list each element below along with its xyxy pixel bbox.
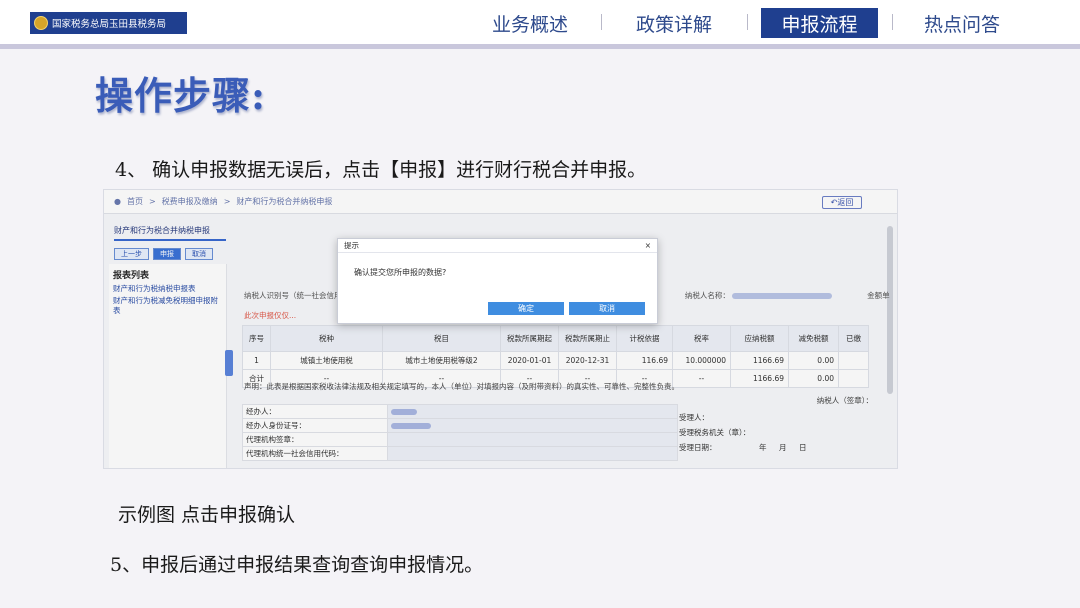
close-icon[interactable]: × [645,241,651,250]
confirm-dialog: 提示 × 确认提交您所申报的数据? 确定 取消 [337,238,658,324]
tax-bureau-logo[interactable]: 国家税务总局玉田县税务局 [30,12,187,34]
nav-process[interactable]: 申报流程 [761,8,878,38]
confirm-button[interactable]: 确定 [488,302,564,315]
nav-faq[interactable]: 热点问答 [910,8,1014,38]
example-screenshot: ● 首页 > 税费申报及缴纳 > 财产和行为税合并纳税申报 ↶ 返回 财产和行为… [103,189,898,469]
dialog-message: 确认提交您所申报的数据? [354,268,447,277]
nav-policy[interactable]: 政策详解 [622,8,726,38]
modal-mask [104,190,897,468]
step-4-text: 4、 确认申报数据无误后，点击【申报】进行财行税合并申报。 [115,159,647,181]
emblem-icon [34,16,48,30]
header-divider [0,44,1080,49]
figure-caption: 示例图 点击申报确认 [118,504,296,526]
dialog-cancel-button[interactable]: 取消 [569,302,645,315]
logo-text: 国家税务总局玉田县税务局 [52,19,167,30]
page-title: 操作步骤: [95,73,267,118]
step-5-text: 5、申报后通过申报结果查询查询申报情况。 [110,554,484,576]
nav-overview[interactable]: 业务概述 [478,8,582,38]
dialog-title: 提示 [344,241,359,250]
nav-divider [892,14,893,30]
nav-divider [747,14,748,30]
dialog-header: 提示 × [338,239,657,253]
nav-divider [601,14,602,30]
